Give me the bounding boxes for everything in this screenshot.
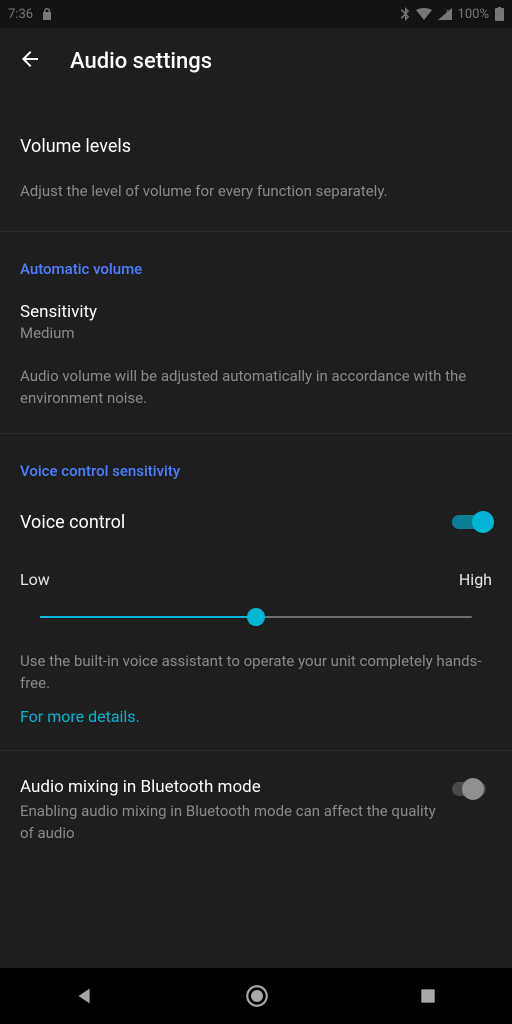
signal-icon: x [438,8,452,20]
triangle-back-icon [74,985,96,1007]
slider-high-label: High [459,570,492,589]
square-recent-icon [418,986,438,1006]
voice-control-toggle[interactable] [452,510,492,534]
page-title: Audio settings [70,49,212,74]
nav-recent-button[interactable] [418,986,438,1006]
bluetooth-mix-title: Audio mixing in Bluetooth mode [20,777,436,797]
nav-back-button[interactable] [74,985,96,1007]
voice-control-title: Voice control [20,512,125,533]
slider-low-label: Low [20,570,50,589]
section-voice-control: Voice control sensitivity Voice control … [0,434,512,751]
status-bar: 7:36 x 100% [0,0,512,28]
system-nav-bar [0,968,512,1024]
slider-thumb[interactable] [247,608,265,626]
app-bar: Audio settings [0,28,512,94]
volume-levels-desc: Adjust the level of volume for every fun… [20,181,492,203]
status-battery-pct: 100% [458,7,489,22]
voice-control-heading: Voice control sensitivity [20,462,492,480]
arrow-back-icon [18,47,42,71]
sensitivity-slider[interactable] [20,607,492,627]
more-details-link[interactable]: For more details. [20,707,140,726]
volume-levels-title: Volume levels [20,136,492,157]
voice-control-desc: Use the built-in voice assistant to oper… [20,651,492,695]
automatic-volume-desc: Audio volume will be adjusted automatica… [20,366,492,410]
sensitivity-row[interactable]: Sensitivity Medium [20,302,492,342]
section-bluetooth-mixing: Audio mixing in Bluetooth mode Enabling … [0,751,512,871]
voice-control-row: Voice control [20,510,492,534]
section-volume-levels[interactable]: Volume levels Adjust the level of volume… [0,94,512,232]
back-button[interactable] [18,47,42,75]
bluetooth-mix-toggle[interactable] [452,777,492,801]
bluetooth-icon [400,7,410,21]
sensitivity-value: Medium [20,324,492,342]
automatic-volume-heading: Automatic volume [20,260,492,278]
bluetooth-mix-desc: Enabling audio mixing in Bluetooth mode … [20,801,436,845]
sensitivity-title: Sensitivity [20,302,492,322]
circle-home-icon [244,983,270,1009]
svg-text:x: x [446,8,449,15]
slider-labels: Low High [20,570,492,589]
status-time: 7:36 [8,7,33,22]
battery-icon [495,7,504,21]
slider-fill [40,616,256,618]
lock-icon [41,7,53,21]
wifi-icon [416,8,432,20]
nav-home-button[interactable] [244,983,270,1009]
section-automatic-volume: Automatic volume Sensitivity Medium Audi… [0,232,512,435]
